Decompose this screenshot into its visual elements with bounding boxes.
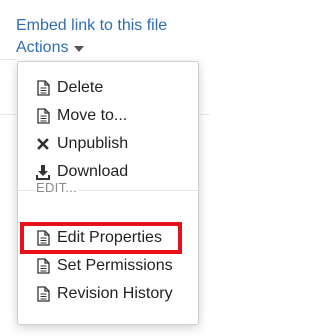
x-icon xyxy=(36,135,50,153)
document-icon xyxy=(36,257,50,275)
background-divider xyxy=(0,59,16,60)
embed-link[interactable]: Embed link to this file xyxy=(16,16,167,36)
menu-item-label: Revision History xyxy=(57,285,173,302)
menu-item-label: Set Permissions xyxy=(57,257,173,274)
actions-label: Actions xyxy=(16,39,69,56)
menu-item-label: Download xyxy=(57,163,129,180)
menu-item-unpublish[interactable]: Unpublish xyxy=(36,132,128,156)
menu-item-label: Edit Properties xyxy=(57,229,162,246)
background-divider xyxy=(200,114,210,115)
menu-section-header: EDIT... xyxy=(36,180,80,195)
actions-dropdown-toggle[interactable]: Actions xyxy=(16,38,85,58)
menu-item-label: Unpublish xyxy=(57,135,129,152)
document-icon xyxy=(36,229,50,247)
menu-item-label: Move to... xyxy=(57,107,128,124)
background-divider xyxy=(0,114,16,115)
document-icon xyxy=(36,79,50,97)
document-icon xyxy=(36,107,50,125)
menu-item-set-permissions[interactable]: Set Permissions xyxy=(36,254,173,278)
actions-menu: Delete Move to... Unpublish Download EDI… xyxy=(17,61,199,325)
menu-item-label: Delete xyxy=(57,79,104,96)
menu-item-move-to[interactable]: Move to... xyxy=(36,104,127,128)
menu-item-edit-properties[interactable]: Edit Properties xyxy=(36,226,162,250)
menu-item-revision-history[interactable]: Revision History xyxy=(36,282,173,306)
caret-down-icon xyxy=(74,46,85,52)
menu-item-delete[interactable]: Delete xyxy=(36,76,103,100)
document-icon xyxy=(36,285,50,303)
download-icon xyxy=(36,163,50,181)
